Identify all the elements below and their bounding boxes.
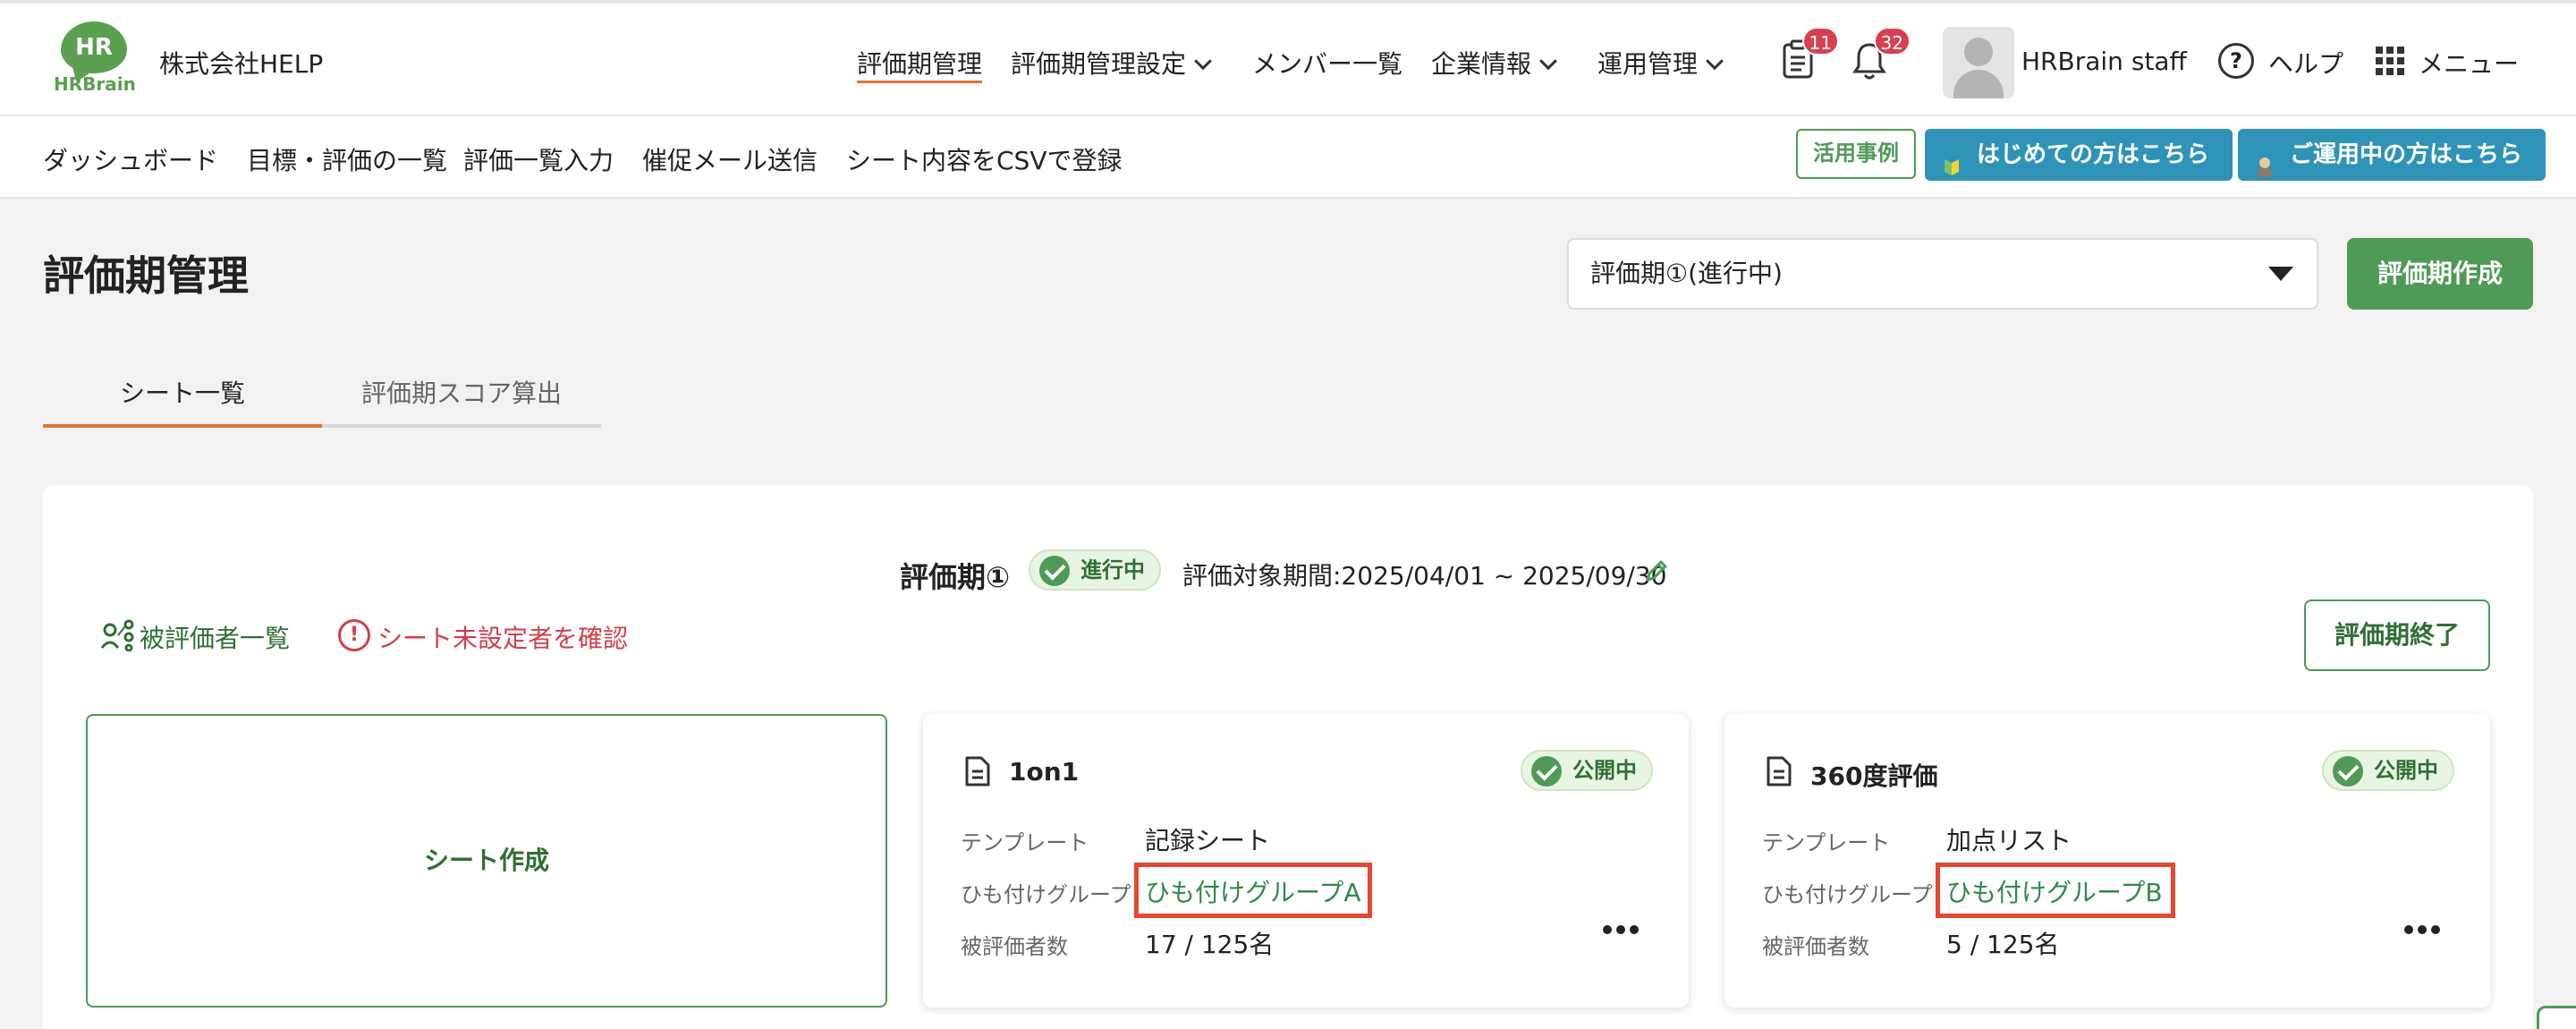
linked-group-label: ひも付けグループ: [1762, 882, 1933, 907]
period-name: 評価期①: [900, 560, 1011, 594]
template-label: テンプレート: [961, 830, 1089, 855]
check-circle-icon: [1531, 756, 1562, 787]
beginner-leaf-icon: [1941, 144, 1962, 175]
subnav-csv-import[interactable]: シート内容をCSVで登録: [846, 141, 1122, 177]
alert-circle-icon: !: [338, 619, 370, 651]
evaluation-period-select[interactable]: 評価期①(進行中): [1567, 238, 2318, 310]
nav-evaluation-period[interactable]: 評価期管理: [857, 45, 982, 81]
end-period-button[interactable]: 評価期終了: [2304, 600, 2490, 671]
tab-active-indicator: [43, 424, 322, 428]
hrbrain-logo[interactable]: HR HRBrain: [54, 21, 136, 97]
help-icon[interactable]: ?: [2218, 43, 2254, 79]
evaluatee-list-link[interactable]: 被評価者一覧: [100, 619, 290, 655]
avatar-head: [1964, 38, 1993, 66]
more-horizontal-icon[interactable]: [1603, 925, 1639, 936]
tasks-button[interactable]: 11: [1780, 27, 1839, 82]
nav-operations[interactable]: 運用管理: [1597, 45, 1724, 81]
period-status-badge: 進行中: [1029, 549, 1161, 591]
evaluatee-count-label: 被評価者数: [961, 934, 1068, 959]
nav-evaluation-settings[interactable]: 評価期管理設定: [1011, 45, 1212, 81]
evaluatee-list-label: 被評価者一覧: [140, 624, 291, 653]
evaluatee-count-label: 被評価者数: [1762, 934, 1869, 959]
evaluatee-count-value: 17 / 125名: [1145, 930, 1275, 959]
notifications-button[interactable]: 32: [1852, 27, 1911, 82]
tab-sheet-list[interactable]: シート一覧: [43, 376, 322, 428]
operating-guide-button[interactable]: ご運用中の方はこちら: [2238, 129, 2546, 181]
period-status-label: 進行中: [1080, 557, 1145, 583]
sheet-status-badge: 公開中: [2322, 750, 2454, 791]
sheet-status-label: 公開中: [1572, 758, 1637, 783]
tab-period-score[interactable]: 評価期スコア算出: [322, 376, 601, 428]
menu-button[interactable]: メニュー: [2419, 45, 2519, 81]
nav-company-info[interactable]: 企業情報: [1431, 45, 1557, 81]
check-circle-icon: [1039, 556, 1070, 586]
logo-wordmark: HRBrain: [54, 73, 136, 95]
linked-group-link[interactable]: ひも付けグループB: [1946, 873, 2163, 909]
chevron-down-icon: [1706, 52, 1724, 71]
user-name[interactable]: HRBrain staff: [2021, 47, 2187, 76]
chevron-down-icon: [1194, 52, 1212, 71]
tab-divider: [322, 424, 601, 428]
top-header: HR HRBrain 株式会社HELP 評価期管理 評価期管理設定 メンバー一覧…: [0, 0, 2576, 116]
user-avatar[interactable]: [1943, 27, 2014, 98]
people-tree-icon: [100, 619, 136, 652]
avatar-body: [1953, 70, 2004, 98]
sheet-card-360[interactable]: 360度評価 公開中 テンプレート 加点リスト ひも付けグループ ひも付けグルー…: [1724, 714, 2490, 1008]
sub-navigation: ダッシュボード 目標・評価の一覧 評価一覧入力 催促メール送信 シート内容をCS…: [0, 116, 2576, 199]
subnav-reminder-email[interactable]: 催促メール送信: [642, 141, 818, 177]
evaluatee-count-value: 5 / 125名: [1946, 930, 2060, 959]
caret-down-icon: [2268, 267, 2293, 281]
side-panel-tab[interactable]: [2537, 1006, 2576, 1029]
sheet-title: 360度評価: [1810, 761, 1938, 791]
template-value: 加点リスト: [1946, 826, 2072, 855]
sheet-card-1on1[interactable]: 1on1 公開中 テンプレート 記録シート ひも付けグループ ひも付けグループA…: [923, 714, 1689, 1008]
linked-group-label: ひも付けグループ: [961, 882, 1131, 907]
sheet-status-label: 公開中: [2374, 758, 2438, 783]
edit-pencil-icon[interactable]: [1642, 557, 1671, 585]
template-value: 記録シート: [1145, 826, 1271, 855]
linked-group-link[interactable]: ひも付けグループA: [1145, 873, 1360, 909]
operating-person-icon: [2254, 144, 2275, 177]
subnav-dashboard[interactable]: ダッシュボード: [43, 141, 218, 177]
unassigned-check-link[interactable]: ! シート未設定者を確認: [338, 619, 628, 655]
check-circle-icon: [2333, 756, 2363, 787]
notifications-count-badge: 32: [1873, 27, 1911, 55]
period-select-value: 評価期①(進行中): [1590, 259, 1783, 288]
chevron-down-icon: [1539, 52, 1557, 71]
beginner-guide-button[interactable]: はじめての方はこちら: [1925, 129, 2233, 181]
create-period-button[interactable]: 評価期作成: [2347, 238, 2533, 310]
help-link[interactable]: ヘルプ: [2268, 45, 2343, 81]
document-icon: [1766, 755, 1792, 787]
operating-guide-label: ご運用中の方はこちら: [2290, 141, 2523, 168]
app-grid-icon[interactable]: [2376, 47, 2404, 75]
logo-badge: HR: [61, 21, 127, 73]
sheet-title: 1on1: [1009, 757, 1080, 787]
subnav-bulk-evaluation-input[interactable]: 評価一覧入力: [463, 141, 614, 177]
template-label: テンプレート: [1762, 830, 1891, 855]
nav-active-indicator: [857, 81, 982, 83]
period-range: 評価対象期間:2025/04/01 ~ 2025/09/30: [1182, 561, 1667, 591]
beginner-guide-label: はじめての方はこちら: [1977, 141, 2210, 168]
more-horizontal-icon[interactable]: [2404, 925, 2440, 936]
create-sheet-card[interactable]: シート作成: [86, 714, 887, 1008]
unassigned-check-label: シート未設定者を確認: [377, 624, 629, 653]
sheet-status-badge: 公開中: [1521, 750, 1653, 791]
page-title: 評価期管理: [43, 251, 249, 300]
case-studies-button[interactable]: 活用事例: [1796, 129, 1916, 179]
document-icon: [964, 755, 991, 787]
subnav-goals-evaluations[interactable]: 目標・評価の一覧: [247, 141, 447, 177]
company-name: 株式会社HELP: [159, 49, 324, 79]
nav-member-list[interactable]: メンバー一覧: [1252, 45, 1402, 81]
tasks-count-badge: 11: [1801, 27, 1839, 55]
